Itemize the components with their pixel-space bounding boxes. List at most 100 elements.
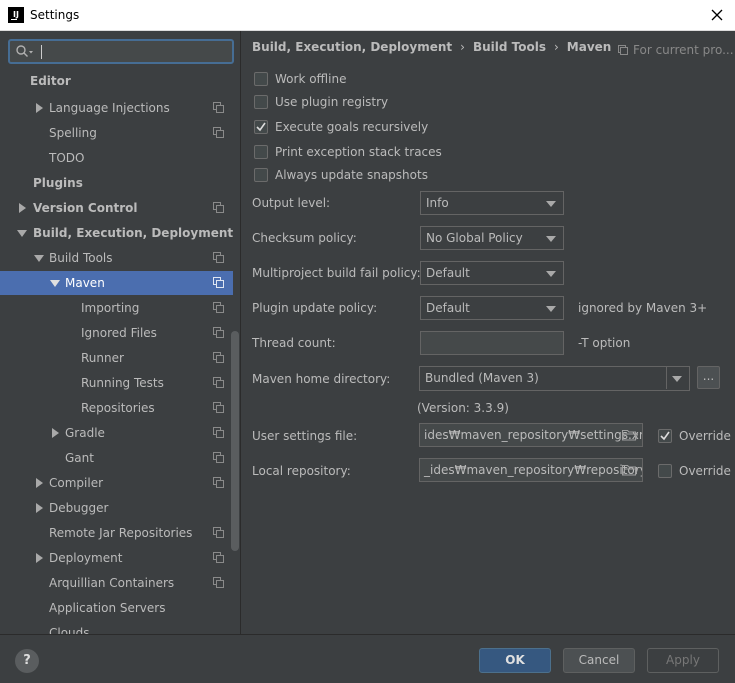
project-scope-icon bbox=[213, 127, 224, 138]
folder-icon[interactable] bbox=[622, 464, 638, 476]
chevron-down-icon bbox=[546, 306, 556, 312]
settings-search-box[interactable] bbox=[8, 39, 234, 64]
ok-button[interactable]: OK bbox=[479, 648, 551, 673]
close-icon bbox=[711, 9, 723, 21]
sidebar-item[interactable]: Spelling bbox=[0, 121, 233, 145]
checkmark-icon bbox=[660, 431, 670, 441]
sidebar-item[interactable]: Clouds bbox=[0, 621, 233, 634]
checksum-policy-value: No Global Policy bbox=[426, 231, 523, 245]
sidebar-item-label: Maven bbox=[65, 276, 105, 290]
checkbox-label: Execute goals recursively bbox=[275, 120, 429, 134]
plugin-update-policy-dropdown[interactable]: Default bbox=[420, 296, 564, 320]
checkbox-label: Work offline bbox=[275, 72, 347, 86]
sidebar-item[interactable]: Debugger bbox=[0, 496, 233, 520]
sidebar-item[interactable]: TODO bbox=[0, 146, 233, 170]
sidebar-item[interactable]: Runner bbox=[0, 346, 233, 370]
checksum-policy-dropdown[interactable]: No Global Policy bbox=[420, 226, 564, 250]
sidebar-item[interactable]: Deployment bbox=[0, 546, 233, 570]
sidebar-item[interactable]: Gradle bbox=[0, 421, 233, 445]
sidebar-scrollbar[interactable] bbox=[231, 331, 239, 551]
thread-count-input[interactable] bbox=[420, 331, 564, 355]
sidebar-item[interactable]: Plugins bbox=[0, 171, 233, 195]
project-scope-icon bbox=[213, 477, 224, 488]
sidebar-item[interactable]: Editor bbox=[0, 69, 233, 93]
output-level-dropdown[interactable]: Info bbox=[420, 191, 564, 215]
sidebar-item-label: Importing bbox=[81, 301, 140, 315]
folder-icon[interactable] bbox=[622, 429, 638, 441]
sidebar-item-label: Spelling bbox=[49, 126, 97, 140]
sidebar-item[interactable]: Compiler bbox=[0, 471, 233, 495]
expand-arrow-right-icon[interactable] bbox=[36, 503, 43, 513]
window-title: Settings bbox=[30, 8, 80, 22]
sidebar-item-label: Arquillian Containers bbox=[49, 576, 175, 590]
project-scope-icon bbox=[213, 252, 224, 263]
chevron-down-icon bbox=[546, 236, 556, 242]
user-settings-file-input[interactable]: ides₩maven_repository₩settings.xml bbox=[419, 423, 643, 447]
sidebar-item[interactable]: Gant bbox=[0, 446, 233, 470]
expand-arrow-down-icon[interactable] bbox=[34, 255, 44, 262]
checkbox-label: Override bbox=[679, 429, 731, 443]
checkbox-box[interactable] bbox=[658, 464, 672, 478]
multiproject-fail-policy-dropdown[interactable]: Default bbox=[420, 261, 564, 285]
sidebar-item[interactable]: Build Tools bbox=[0, 246, 233, 270]
checkbox-box[interactable] bbox=[254, 120, 268, 134]
checkmark-icon bbox=[256, 122, 266, 132]
checkbox-label: Use plugin registry bbox=[275, 95, 389, 109]
maven-home-label: Maven home directory: bbox=[252, 372, 391, 386]
settings-search-input[interactable] bbox=[40, 43, 225, 60]
sidebar-item[interactable]: Ignored Files bbox=[0, 321, 233, 345]
project-scope-icon bbox=[213, 352, 224, 363]
expand-arrow-down-icon[interactable] bbox=[50, 280, 60, 287]
checkbox-box[interactable] bbox=[254, 95, 268, 109]
plugin-update-policy-value: Default bbox=[426, 301, 470, 315]
sidebar-item[interactable]: Language Injections bbox=[0, 96, 233, 120]
checkbox-box[interactable] bbox=[658, 429, 672, 443]
chevron-down-icon bbox=[546, 201, 556, 207]
sidebar-item[interactable]: Running Tests bbox=[0, 371, 233, 395]
cancel-button[interactable]: Cancel bbox=[563, 648, 635, 673]
checkbox-box[interactable] bbox=[254, 168, 268, 182]
expand-arrow-right-icon[interactable] bbox=[36, 553, 43, 563]
project-scope-icon bbox=[618, 45, 628, 55]
local-repository-value: _ides₩maven_repository₩repository bbox=[424, 463, 643, 477]
breadcrumb-build-execution-deployment: Build, Execution, Deployment bbox=[252, 40, 453, 54]
user-settings-file-value: ides₩maven_repository₩settings.xml bbox=[424, 428, 643, 442]
expand-arrow-right-icon[interactable] bbox=[52, 428, 59, 438]
sidebar-item[interactable]: Version Control bbox=[0, 196, 233, 220]
multiproject-fail-policy-value: Default bbox=[426, 266, 470, 280]
maven-home-dropdown[interactable]: Bundled (Maven 3) bbox=[419, 366, 690, 391]
sidebar-item[interactable]: Repositories bbox=[0, 396, 233, 420]
sidebar-item-label: Clouds bbox=[49, 626, 90, 634]
chevron-down-icon bbox=[672, 376, 682, 382]
sidebar-item[interactable]: Build, Execution, Deployment bbox=[0, 221, 233, 245]
sidebar-item-label: Deployment bbox=[49, 551, 123, 565]
user-settings-file-label: User settings file: bbox=[252, 429, 358, 443]
project-scope-icon bbox=[213, 302, 224, 313]
sidebar-item[interactable]: Arquillian Containers bbox=[0, 571, 233, 595]
thread-count-hint: -T option bbox=[578, 336, 631, 350]
expand-arrow-down-icon[interactable] bbox=[17, 230, 27, 237]
breadcrumb-maven: Maven bbox=[566, 40, 612, 54]
expand-arrow-right-icon[interactable] bbox=[36, 103, 43, 113]
local-repository-input[interactable]: _ides₩maven_repository₩repository bbox=[419, 458, 643, 482]
sidebar-item-label: Version Control bbox=[33, 201, 138, 215]
breadcrumb-build-tools: Build Tools bbox=[472, 40, 546, 54]
text-caret bbox=[41, 45, 42, 59]
sidebar-item[interactable]: Remote Jar Repositories bbox=[0, 521, 233, 545]
intellij-app-icon: IJ bbox=[8, 7, 24, 23]
sidebar-item-label: Remote Jar Repositories bbox=[49, 526, 193, 540]
close-window-button[interactable] bbox=[699, 0, 735, 31]
sidebar-item-label: Debugger bbox=[49, 501, 109, 515]
maven-home-value: Bundled (Maven 3) bbox=[425, 371, 539, 385]
sidebar-item[interactable]: Importing bbox=[0, 296, 233, 320]
sidebar-item[interactable]: Application Servers bbox=[0, 596, 233, 620]
expand-arrow-right-icon[interactable] bbox=[36, 478, 43, 488]
expand-arrow-right-icon[interactable] bbox=[19, 203, 26, 213]
checkbox-box[interactable] bbox=[254, 72, 268, 86]
apply-button[interactable]: Apply bbox=[647, 648, 719, 673]
checkbox-box[interactable] bbox=[254, 145, 268, 159]
browse-maven-home-button[interactable]: ... bbox=[697, 366, 720, 389]
sidebar-item[interactable]: Maven bbox=[0, 271, 233, 295]
help-button[interactable]: ? bbox=[15, 649, 39, 673]
sidebar-item-label: Build, Execution, Deployment bbox=[33, 226, 234, 240]
